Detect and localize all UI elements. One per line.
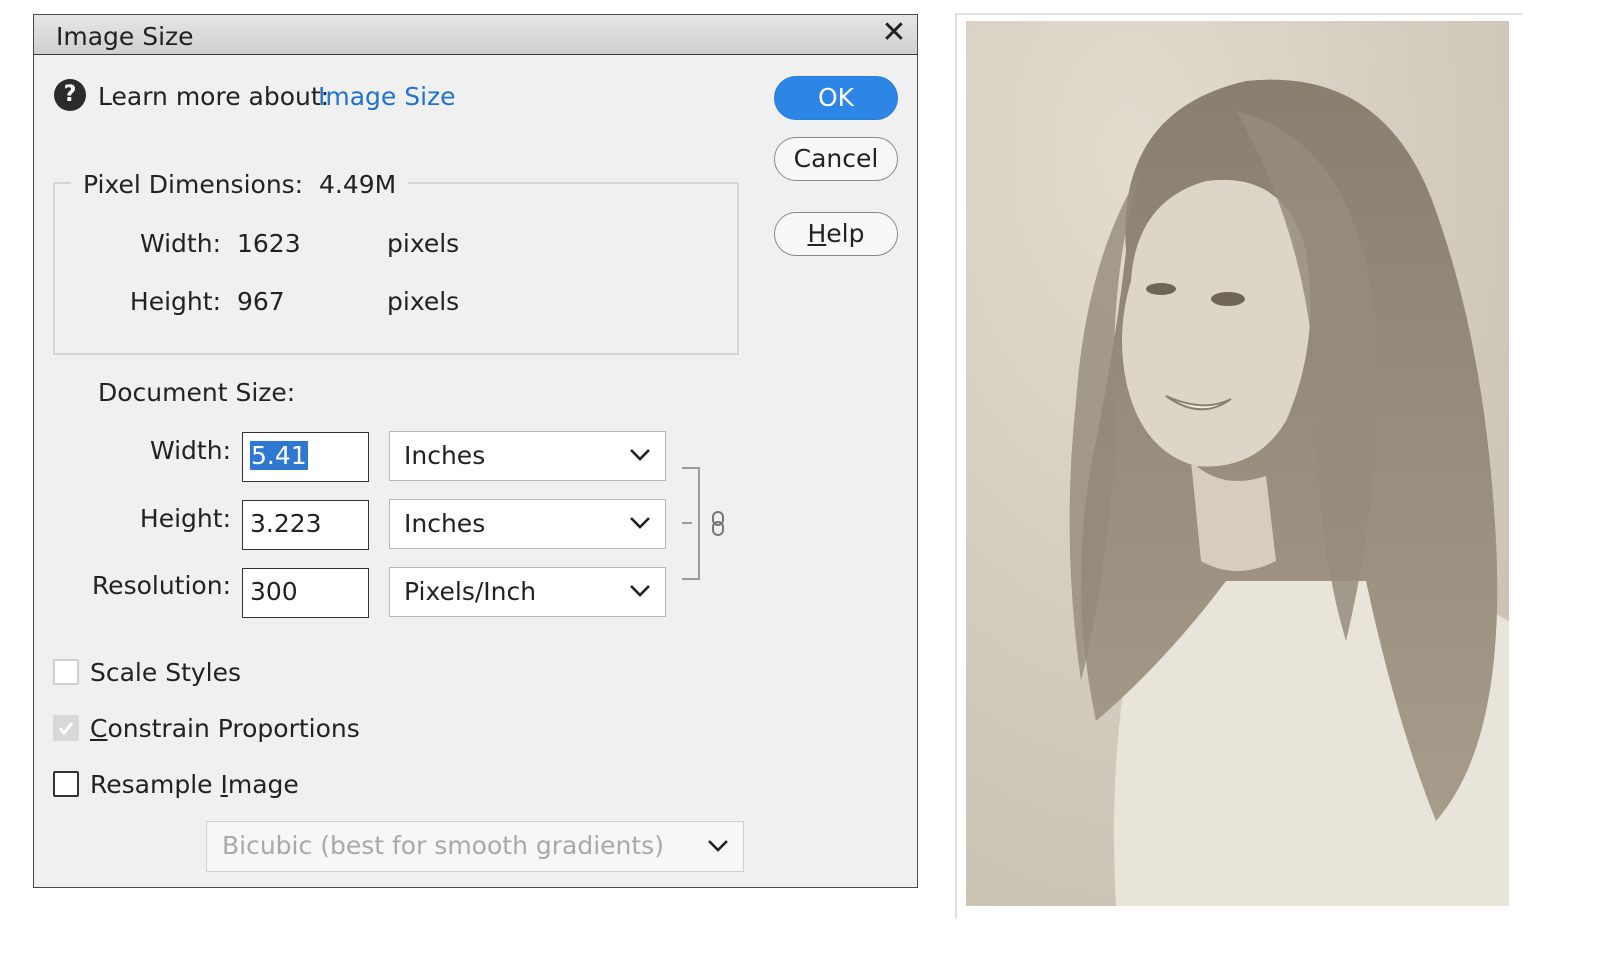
- resample-method-value: Bicubic (best for smooth gradients): [222, 831, 664, 860]
- photo-border-left: [955, 13, 957, 919]
- resample-image-checkbox[interactable]: [53, 771, 79, 797]
- resample-method-select[interactable]: Bicubic (best for smooth gradients): [206, 821, 744, 872]
- scale-styles-checkbox[interactable]: [53, 659, 79, 685]
- resolution-label: Resolution:: [91, 571, 231, 600]
- photo-border-top: [956, 13, 1522, 15]
- constrain-proportions-label[interactable]: Constrain Proportions: [90, 714, 360, 743]
- doc-width-unit-select[interactable]: Inches: [389, 431, 666, 481]
- resample-label-rest: mage: [227, 770, 299, 799]
- portrait-photo: [966, 21, 1509, 906]
- chevron-down-icon: [630, 585, 650, 597]
- pixel-dimensions-size: 4.49M: [319, 170, 397, 199]
- pixel-width-label: Width:: [139, 229, 221, 258]
- pixel-width-unit: pixels: [387, 229, 460, 258]
- help-button-mnemonic: H: [807, 219, 827, 248]
- cancel-button[interactable]: Cancel: [774, 137, 898, 181]
- doc-width-unit: Inches: [404, 441, 486, 470]
- resolution-unit-select[interactable]: Pixels/Inch: [389, 567, 666, 617]
- doc-width-input[interactable]: 5.41: [242, 432, 369, 482]
- pixel-height-value: 967: [237, 287, 285, 316]
- learn-more-label: Learn more about:: [98, 82, 330, 111]
- resolution-unit: Pixels/Inch: [404, 577, 537, 606]
- pixel-dimensions-legend: Pixel Dimensions: 4.49M: [71, 170, 409, 199]
- resample-mnemonic: I: [220, 770, 228, 799]
- ok-button[interactable]: OK: [774, 76, 898, 120]
- constrain-mnemonic: C: [90, 714, 108, 743]
- constrain-bracket-tick: [682, 522, 692, 524]
- resolution-value: 300: [250, 577, 298, 606]
- resolution-input[interactable]: 300: [242, 568, 369, 618]
- resample-image-label[interactable]: Resample Image: [90, 770, 299, 799]
- doc-height-unit-select[interactable]: Inches: [389, 499, 666, 549]
- chain-link-icon: [712, 511, 724, 536]
- chevron-down-icon: [708, 840, 728, 852]
- help-button[interactable]: Help: [774, 212, 898, 256]
- close-icon[interactable]: ✕: [879, 17, 909, 49]
- pixel-height-label: Height:: [129, 287, 221, 316]
- chevron-down-icon: [630, 449, 650, 461]
- doc-height-label: Height:: [139, 504, 231, 533]
- chevron-down-icon: [630, 517, 650, 529]
- learn-more-link[interactable]: Image Size: [318, 82, 456, 111]
- doc-height-value: 3.223: [250, 509, 322, 538]
- doc-width-value: 5.41: [250, 441, 308, 470]
- pixel-height-unit: pixels: [387, 287, 460, 316]
- portrait-illustration: [966, 21, 1509, 906]
- constrain-proportions-checkbox[interactable]: [53, 715, 79, 741]
- pixel-dimensions-group: [53, 182, 739, 355]
- doc-height-unit: Inches: [404, 509, 486, 538]
- resample-label-prefix: Resample: [90, 770, 221, 799]
- doc-width-label: Width:: [149, 436, 231, 465]
- checkmark-icon: [58, 722, 74, 736]
- pixel-width-value: 1623: [237, 229, 301, 258]
- scale-styles-label[interactable]: Scale Styles: [90, 658, 241, 687]
- help-button-label: elp: [826, 219, 865, 248]
- document-size-heading: Document Size:: [98, 378, 296, 407]
- help-icon[interactable]: ?: [54, 79, 86, 111]
- dialog-title: Image Size: [56, 22, 194, 51]
- doc-height-input[interactable]: 3.223: [242, 500, 369, 550]
- constrain-label-rest: onstrain Proportions: [107, 714, 360, 743]
- pixel-dimensions-label: Pixel Dimensions:: [83, 170, 304, 199]
- title-bar[interactable]: Image Size ✕: [34, 15, 917, 55]
- image-size-dialog: Image Size ✕ ? Learn more about: Image S…: [33, 14, 918, 888]
